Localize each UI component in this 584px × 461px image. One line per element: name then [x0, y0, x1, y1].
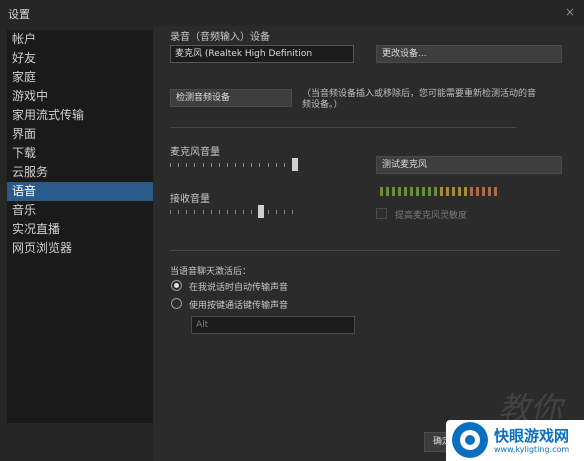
logo-url: www.kyligting.com [494, 445, 570, 454]
slider-tick [276, 210, 277, 214]
meter-bar [440, 187, 443, 196]
slider-tick [276, 163, 277, 167]
radio-auto-transmit[interactable] [171, 280, 182, 291]
slider-tick [178, 163, 179, 167]
slider-tick [203, 163, 204, 167]
sidebar-item-music[interactable]: 音乐 [7, 201, 153, 220]
slider-tick [211, 163, 212, 167]
slider-tick [203, 210, 204, 214]
record-device-label: 录音（音频输入）设备 [170, 32, 270, 43]
sidebar-item-family[interactable]: 家庭 [7, 68, 153, 87]
meter-bar [482, 187, 485, 196]
window-title: 设置 [8, 8, 30, 21]
slider-tick [227, 210, 228, 214]
mic-volume-label: 麦克风音量 [170, 147, 220, 158]
slider-tick [259, 163, 260, 167]
meter-bar [452, 187, 455, 196]
meter-bar [434, 187, 437, 196]
slider-tick [194, 163, 195, 167]
logo-name: 快眼游戏网 [494, 427, 570, 445]
close-icon[interactable]: × [565, 5, 575, 19]
activation-label: 当语音聊天激活后： [170, 267, 252, 277]
meter-bar [488, 187, 491, 196]
mic-level-meter [380, 187, 500, 196]
sidebar-item-downloads[interactable]: 下载 [7, 144, 153, 163]
mic-volume-slider[interactable] [170, 157, 298, 173]
meter-bar [392, 187, 395, 196]
slider-tick [268, 210, 269, 214]
sidebar-item-friends[interactable]: 好友 [7, 49, 153, 68]
slider-tick [170, 210, 171, 214]
site-logo: 快眼游戏网 www.kyligting.com [446, 420, 584, 461]
meter-bar [386, 187, 389, 196]
slider-thumb[interactable] [258, 205, 264, 218]
sidebar-item-interface[interactable]: 界面 [7, 125, 153, 144]
sidebar-item-cloud[interactable]: 云服务 [7, 163, 153, 182]
meter-bar [494, 187, 497, 196]
section-divider [170, 127, 516, 128]
title-bar: 设置 × [0, 0, 584, 26]
section-divider [170, 250, 560, 251]
meter-bar [446, 187, 449, 196]
slider-tick [178, 210, 179, 214]
slider-tick [186, 210, 187, 214]
meter-bar [464, 187, 467, 196]
settings-sidebar: 帐户 好友 家庭 游戏中 家用流式传输 界面 下载 云服务 语音 音乐 实况直播… [7, 30, 153, 423]
slider-tick [251, 210, 252, 214]
slider-tick [170, 163, 171, 167]
slider-tick [243, 163, 244, 167]
slider-tick [211, 210, 212, 214]
slider-tick [251, 163, 252, 167]
meter-bar [380, 187, 383, 196]
meter-bar [428, 187, 431, 196]
radio-push-to-talk-label: 使用按键通话键传输声音 [189, 301, 289, 311]
slider-tick [186, 163, 187, 167]
meter-bar [404, 187, 407, 196]
slider-thumb[interactable] [292, 158, 298, 171]
sidebar-item-home-streaming[interactable]: 家用流式传输 [7, 106, 153, 125]
slider-tick [243, 210, 244, 214]
meter-bar [398, 187, 401, 196]
radio-auto-transmit-label: 在我说话时自动传输声音 [189, 283, 289, 293]
meter-bar [470, 187, 473, 196]
sidebar-item-in-game[interactable]: 游戏中 [7, 87, 153, 106]
radio-push-to-talk[interactable] [171, 298, 182, 309]
ptt-key-field[interactable]: Alt [191, 316, 355, 334]
record-device-field[interactable]: 麦克风 (Realtek High Definition [170, 45, 354, 63]
detect-audio-button[interactable]: 检测音频设备 [170, 89, 292, 107]
slider-tick [284, 163, 285, 167]
sidebar-item-broadcasting[interactable]: 实况直播 [7, 220, 153, 239]
meter-bar [410, 187, 413, 196]
meter-bar [422, 187, 425, 196]
slider-tick [235, 163, 236, 167]
slider-tick [194, 210, 195, 214]
eye-logo-icon [452, 422, 488, 458]
sidebar-item-voice[interactable]: 语音 [7, 182, 153, 201]
boost-mic-label: 提高麦克风灵敏度 [395, 211, 468, 221]
sidebar-item-account[interactable]: 帐户 [7, 30, 153, 49]
slider-tick [235, 210, 236, 214]
meter-bar [416, 187, 419, 196]
slider-tick [268, 163, 269, 167]
boost-mic-checkbox[interactable] [376, 208, 387, 219]
receive-volume-slider[interactable] [170, 204, 298, 220]
change-device-button[interactable]: 更改设备... [376, 45, 562, 63]
meter-bar [476, 187, 479, 196]
slider-tick [219, 210, 220, 214]
receive-volume-label: 接收音量 [170, 194, 210, 205]
slider-tick [292, 210, 293, 214]
detect-note: （当音频设备插入或移除后，您可能需要重新检测活动的音频设备。） [302, 89, 537, 110]
meter-bar [458, 187, 461, 196]
slider-tick [284, 210, 285, 214]
slider-tick [219, 163, 220, 167]
slider-tick [227, 163, 228, 167]
sidebar-item-web-browser[interactable]: 网页浏览器 [7, 239, 153, 258]
test-mic-button[interactable]: 测试麦克风 [376, 156, 562, 174]
